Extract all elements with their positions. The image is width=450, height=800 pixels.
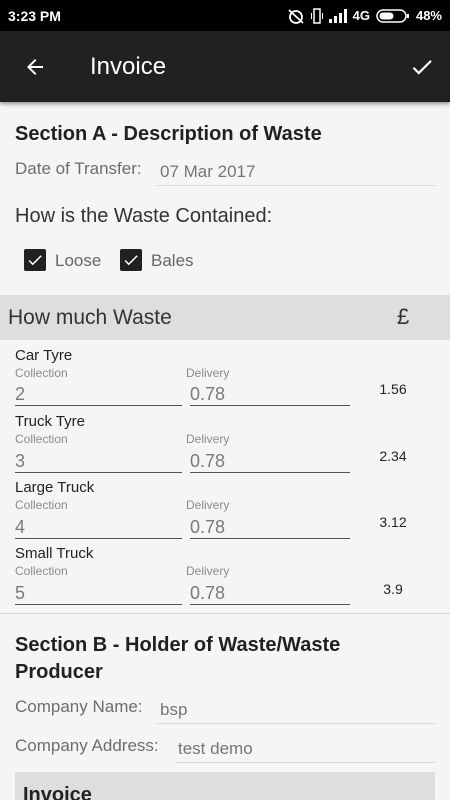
waste-item-name: Truck Tyre	[15, 413, 86, 430]
collection-underline	[15, 538, 182, 539]
company-name-underline	[157, 723, 435, 724]
delivery-underline	[190, 472, 350, 473]
delivery-input[interactable]: 0.78	[190, 451, 225, 472]
collection-label: Collection	[15, 366, 68, 380]
company-address-field[interactable]: test demo	[178, 739, 253, 759]
network-type: 4G	[352, 8, 370, 23]
bales-label[interactable]: Bales	[151, 251, 194, 271]
form-content[interactable]: Section A - Description of Waste Date of…	[0, 102, 450, 800]
waste-row: Large Truck Collection Delivery 4 0.78 3…	[0, 479, 450, 545]
alarm-off-icon	[287, 8, 305, 24]
waste-row: Truck Tyre Collection Delivery 3 0.78 2.…	[0, 413, 450, 479]
check-icon	[28, 255, 42, 266]
collection-input[interactable]: 4	[15, 517, 25, 538]
delivery-label: Delivery	[186, 366, 230, 380]
status-time: 3:23 PM	[8, 7, 61, 24]
delivery-underline	[190, 405, 350, 406]
delivery-underline	[190, 538, 350, 539]
check-icon	[412, 59, 432, 75]
battery-level: 48%	[415, 8, 442, 23]
status-bar: 3:23 PM 4G 48%	[0, 0, 450, 31]
check-icon	[124, 255, 138, 266]
waste-row: Car Tyre Collection Delivery 2 0.78 1.56	[0, 347, 450, 413]
delivery-input[interactable]: 0.78	[190, 583, 225, 604]
collection-input[interactable]: 2	[15, 384, 25, 405]
status-icons: 4G 48%	[287, 7, 442, 24]
delivery-label: Delivery	[186, 498, 230, 512]
collection-label: Collection	[15, 432, 68, 446]
bales-checkbox[interactable]	[120, 249, 142, 271]
company-address-underline	[175, 762, 435, 763]
waste-row: Small Truck Collection Delivery 5 0.78 3…	[0, 545, 450, 611]
row-total: 3.12	[379, 514, 407, 530]
loose-checkbox[interactable]	[24, 249, 46, 271]
collection-label: Collection	[15, 564, 68, 578]
back-button[interactable]	[0, 31, 70, 102]
delivery-label: Delivery	[186, 564, 230, 578]
waste-header: How much Waste £	[0, 295, 450, 340]
section-divider	[0, 613, 450, 614]
date-of-transfer-label: Date of Transfer:	[15, 159, 142, 178]
waste-header-label: How much Waste	[8, 306, 172, 329]
collection-underline	[15, 472, 182, 473]
signal-icon	[328, 8, 347, 23]
delivery-input[interactable]: 0.78	[190, 517, 225, 538]
row-total: 1.56	[379, 381, 407, 397]
company-name-label: Company Name:	[15, 697, 143, 716]
battery-icon	[376, 8, 410, 23]
collection-underline	[15, 405, 182, 406]
vibrate-icon	[310, 7, 323, 24]
collection-input[interactable]: 5	[15, 583, 25, 604]
delivery-underline	[190, 604, 350, 605]
containment-question: How is the Waste Contained:	[15, 205, 273, 227]
waste-item-name: Small Truck	[15, 545, 94, 562]
date-of-transfer-field[interactable]: 07 Mar 2017	[160, 162, 255, 182]
section-b-title: Section B - Holder of Waste/Waste Produc…	[15, 634, 341, 683]
invoice-label: Invoice	[23, 784, 92, 800]
collection-underline	[15, 604, 182, 605]
arrow-back-icon	[27, 58, 43, 75]
collection-input[interactable]: 3	[15, 451, 25, 472]
collection-label: Collection	[15, 498, 68, 512]
save-button[interactable]	[394, 31, 450, 102]
app-bar: Invoice	[0, 31, 450, 102]
loose-label[interactable]: Loose	[55, 251, 101, 271]
delivery-input[interactable]: 0.78	[190, 384, 225, 405]
company-address-label: Company Address:	[15, 736, 159, 755]
row-total: 3.9	[383, 581, 403, 597]
date-field-underline	[157, 185, 435, 186]
waste-item-name: Large Truck	[15, 479, 95, 496]
waste-item-name: Car Tyre	[15, 347, 73, 364]
section-a-title: Section A - Description of Waste	[15, 123, 322, 145]
currency-label: £	[397, 304, 410, 329]
row-total: 2.34	[379, 448, 407, 464]
company-name-field[interactable]: bsp	[160, 700, 187, 720]
delivery-label: Delivery	[186, 432, 230, 446]
page-title: Invoice	[90, 52, 167, 80]
invoice-section-header: Invoice	[15, 772, 435, 800]
